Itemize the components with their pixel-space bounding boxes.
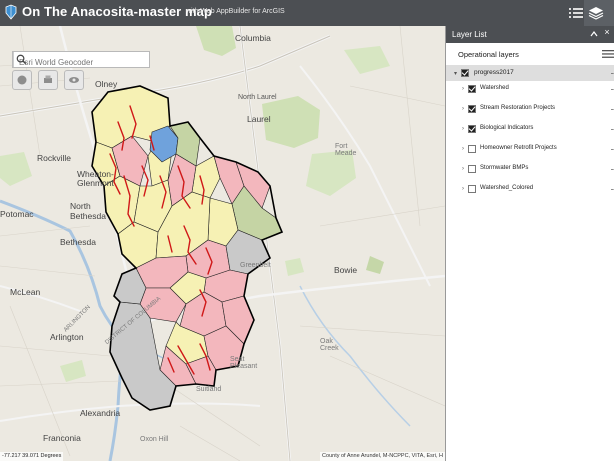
layer-label: Homeowner Retrofit Projects [480, 145, 557, 151]
operational-layers-label: Operational layers [458, 50, 519, 59]
layer-item-watershed[interactable]: › Watershed ... [446, 81, 614, 101]
collapse-icon[interactable] [590, 31, 598, 37]
home-button[interactable] [12, 70, 32, 90]
layer-label: Watershed_Colored [480, 185, 534, 191]
layer-label: Watershed [480, 85, 509, 91]
map-label-bowie: Bowie [334, 265, 358, 275]
geocoder-search [12, 51, 150, 70]
layer-group-progress2017[interactable]: ▾ progress2017 ... [446, 65, 614, 81]
overview-button[interactable] [64, 70, 84, 90]
layer-menu-icon[interactable]: ... [610, 163, 614, 172]
layer-label: Stormwater BMPs [480, 165, 529, 171]
map-label-seat-pleasant: Seat Pleasant [230, 356, 258, 370]
layer-checkbox[interactable] [468, 165, 476, 173]
map-label-franconia: Franconia [43, 433, 81, 443]
map-label-oxon-hill: Oxon Hill [140, 436, 169, 443]
app-title: On The Anacosita-master map [22, 4, 213, 19]
layer-item-stormwater-bmps[interactable]: › Stormwater BMPs ... [446, 161, 614, 181]
search-input[interactable] [13, 55, 131, 70]
layer-checkbox[interactable] [468, 85, 476, 93]
layer-group-label: progress2017 [474, 69, 514, 76]
layer-menu-icon[interactable]: ... [610, 83, 614, 92]
map-attribution: County of Anne Arundel, M-NCPPC, VITA, E… [320, 452, 445, 461]
map-label-bethesda: Bethesda [60, 237, 96, 247]
map-label-greenbelt: Greenbelt [240, 262, 271, 269]
layer-menu-icon[interactable]: ... [610, 103, 614, 112]
layer-menu-icon[interactable]: ... [610, 183, 614, 192]
layer-label: Stream Restoration Projects [480, 105, 556, 111]
map-label-olney: Olney [95, 79, 118, 89]
layer-item-stream-restoration[interactable]: › Stream Restoration Projects ... [446, 101, 614, 121]
layer-list-panel: Layer List × Operational layers ▾ progre… [445, 26, 614, 461]
layer-item-homeowner-retrofit[interactable]: › Homeowner Retrofit Projects ... [446, 141, 614, 161]
layer-list-menu-icon[interactable] [602, 50, 614, 58]
globe-icon [17, 75, 27, 85]
expand-icon[interactable]: ▾ [454, 70, 460, 77]
map-label-rockville: Rockville [37, 153, 72, 163]
panel-header: Layer List × [446, 26, 614, 43]
map-label-potomac: Potomac [0, 209, 34, 219]
layers-icon[interactable] [588, 5, 604, 21]
map-label-suitland: Suitland [196, 386, 222, 393]
map-label-columbia: Columbia [235, 33, 271, 43]
layer-label: Biological Indicators [480, 125, 534, 131]
close-icon[interactable]: × [600, 27, 614, 41]
app-header: On The Anacosita-master map with Web App… [0, 0, 614, 26]
map-label-laurel: Laurel [247, 114, 271, 124]
layer-item-watershed-colored[interactable]: › Watershed_Colored ... [446, 181, 614, 201]
layer-checkbox[interactable] [468, 145, 476, 153]
app-logo-icon [5, 4, 17, 20]
map-label-glenmont: Glenmont [77, 178, 114, 188]
coordinate-readout: -77.217 39.071 Degrees [0, 452, 64, 461]
layer-menu-icon[interactable]: ... [610, 67, 614, 76]
print-button[interactable] [38, 70, 58, 90]
map-label-fort-meade: Fort Meade [335, 143, 357, 157]
layer-menu-icon[interactable]: ... [610, 143, 614, 152]
map-label-north-laurel: North Laurel [238, 94, 277, 101]
map-label-alexandria: Alexandria [80, 408, 121, 418]
layer-checkbox[interactable] [468, 105, 476, 113]
layer-menu-icon[interactable]: ... [610, 123, 614, 132]
map-view[interactable]: Olney Columbia Laurel North Laurel Rockv… [0, 26, 445, 461]
eye-icon [69, 77, 79, 83]
map-label-mclean: McLean [10, 287, 41, 297]
map-label-north-bethesda: North Bethesda [70, 201, 106, 221]
list-icon[interactable] [568, 5, 584, 21]
app-subtitle: with Web AppBuilder for ArcGIS [186, 8, 285, 15]
layer-item-biological-indicators[interactable]: › Biological Indicators ... [446, 121, 614, 141]
layer-checkbox[interactable] [468, 185, 476, 193]
search-icon[interactable] [13, 52, 29, 67]
panel-title: Layer List [452, 30, 487, 39]
layer-checkbox[interactable] [461, 69, 469, 77]
print-icon [44, 75, 52, 83]
map-label-oak-creek: Oak Creek [320, 338, 339, 352]
operational-layers-heading: Operational layers [446, 43, 614, 65]
layer-checkbox[interactable] [468, 125, 476, 133]
